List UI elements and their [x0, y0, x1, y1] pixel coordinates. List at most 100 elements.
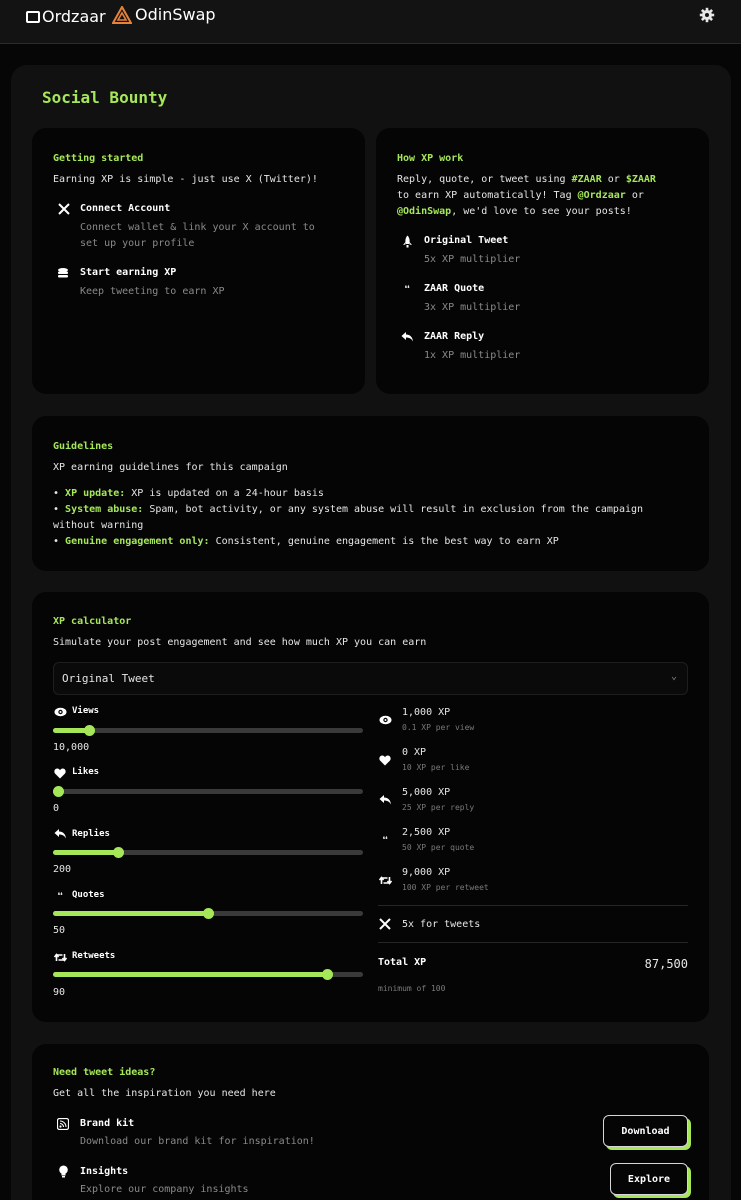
tweet-multiplier: 5x for tweets — [402, 919, 481, 930]
getting-started-title: Getting started — [53, 153, 144, 164]
guideline-item: • Genuine engagement only: Consistent, g… — [53, 536, 559, 547]
quotes-slider-value: 50 — [53, 925, 66, 936]
zaar-reply-title: ZAAR Reply — [424, 331, 485, 342]
original-tweet-desc: 5x XP multiplier — [424, 254, 521, 265]
zaar-quote-desc: 3x XP multiplier — [424, 302, 521, 313]
reply-icon — [53, 827, 67, 841]
likes-slider-track[interactable] — [52, 786, 363, 797]
likes-xp-result: 0 XP — [402, 747, 427, 758]
original-tweet-title: Original Tweet — [424, 235, 509, 246]
connect-account-title: Connect Account — [80, 203, 171, 214]
quotes-slider-fill — [53, 911, 208, 916]
how-xp-line-1: Reply, quote, or tweet using #ZAAR or $Z… — [397, 174, 656, 185]
retweets-xp-rate: 100 XP per retweet — [402, 883, 489, 892]
insights-desc: Explore our company insights — [80, 1184, 249, 1195]
how-xp-line-3: @OdinSwap, we'd love to see your posts! — [397, 206, 632, 217]
x-logo-icon — [378, 917, 392, 931]
total-xp-minimum: minimum of 100 — [378, 984, 446, 993]
guideline-item-continued: without warning — [53, 520, 144, 531]
top-bar: Ordzaar OdinSwap — [0, 0, 741, 44]
getting-started-intro: Earning XP is simple - just use X (Twitt… — [53, 174, 318, 185]
views-slider-track[interactable] — [53, 725, 363, 736]
zaar-reply-desc: 1x XP multiplier — [424, 350, 521, 361]
brand-kit-desc: Download our brand kit for inspiration! — [80, 1136, 315, 1147]
likes-slider-label: Likes — [72, 767, 100, 777]
guidelines-intro: XP earning guidelines for this campaign — [53, 462, 288, 473]
views-slider-handle[interactable] — [83, 725, 95, 736]
rocket-icon — [400, 234, 414, 248]
replies-xp-rate: 25 XP per reply — [402, 803, 475, 812]
total-divider — [378, 942, 688, 943]
likes-slider-value: 0 — [53, 803, 60, 814]
how-xp-title: How XP work — [397, 153, 464, 164]
heart-icon — [378, 753, 392, 767]
odinswap-tag-link[interactable]: @OdinSwap — [397, 206, 451, 217]
connect-account-desc-2: set up your profile — [80, 238, 195, 249]
views-xp-rate: 0.1 XP per view — [402, 723, 475, 732]
zaar-quote-title: ZAAR Quote — [424, 283, 485, 294]
how-xp-line-2: to earn XP automatically! Tag @Ordzaar o… — [397, 190, 644, 201]
results-divider — [378, 905, 688, 906]
xp-calculator-intro: Simulate your post engagement and see ho… — [53, 637, 427, 648]
quote-icon: ❝ — [381, 833, 389, 847]
download-button[interactable]: Download — [603, 1115, 688, 1147]
retweets-slider-fill — [53, 972, 328, 977]
replies-xp-result: 5,000 XP — [402, 787, 451, 798]
quote-icon: ❝ — [56, 889, 64, 903]
post-type-select[interactable]: Original Tweet ⌄ — [53, 662, 688, 695]
eye-icon — [53, 705, 67, 719]
replies-slider-label: Replies — [72, 829, 110, 839]
eye-icon — [378, 713, 392, 727]
total-xp-value: 87,500 — [644, 957, 688, 971]
xp-calculator-card — [32, 592, 709, 1022]
ordzaar-logo[interactable]: Ordzaar — [26, 7, 106, 26]
brand-kit-title: Brand kit — [80, 1118, 135, 1129]
settings-gear-icon[interactable] — [699, 7, 715, 27]
explore-button[interactable]: Explore — [610, 1163, 688, 1195]
odinswap-mark-icon — [112, 5, 132, 24]
retweets-slider-track[interactable] — [53, 969, 363, 980]
quote-icon: ❝ — [403, 282, 411, 296]
views-slider-label: Views — [72, 706, 100, 716]
odinswap-logo[interactable]: OdinSwap — [112, 5, 216, 24]
reply-icon — [378, 793, 392, 807]
ordzaar-mark-icon — [26, 10, 40, 23]
replies-slider-fill — [53, 850, 119, 855]
likes-slider-handle[interactable] — [52, 786, 64, 797]
xp-calculator-title: XP calculator — [53, 616, 132, 627]
replies-slider-value: 200 — [53, 864, 72, 875]
retweets-slider-label: Retweets — [72, 951, 116, 961]
insights-title: Insights — [80, 1166, 129, 1177]
coins-icon — [56, 266, 70, 280]
connect-account-desc: Connect wallet & link your X account to — [80, 222, 315, 233]
tweet-ideas-title: Need tweet ideas? — [53, 1067, 156, 1078]
post-type-select-value: Original Tweet — [62, 672, 155, 685]
x-logo-icon — [57, 202, 71, 216]
retweet-icon — [378, 873, 392, 887]
getting-started-card — [32, 128, 365, 394]
guideline-item: • XP update: XP is updated on a 24-hour … — [53, 488, 324, 499]
chevron-down-icon: ⌄ — [670, 671, 677, 682]
views-slider-value: 10,000 — [53, 742, 90, 753]
start-earning-title: Start earning XP — [80, 267, 177, 278]
likes-xp-rate: 10 XP per like — [402, 763, 470, 772]
quotes-slider-handle[interactable] — [203, 908, 214, 919]
retweet-icon — [53, 950, 67, 964]
retweets-xp-result: 9,000 XP — [402, 867, 451, 878]
rss-icon — [56, 1117, 70, 1131]
quotes-xp-rate: 50 XP per quote — [402, 843, 475, 852]
ordzaar-brand-text: Ordzaar — [42, 7, 106, 26]
start-earning-desc: Keep tweeting to earn XP — [80, 286, 225, 297]
ordzaar-tag-link[interactable]: @Ordzaar — [578, 190, 626, 201]
tweet-ideas-intro: Get all the inspiration you need here — [53, 1088, 276, 1099]
quotes-slider-track[interactable] — [53, 908, 363, 919]
quotes-slider-label: Quotes — [72, 890, 105, 900]
guidelines-title: Guidelines — [53, 441, 114, 452]
page-title: Social Bounty — [42, 88, 168, 107]
lightbulb-icon — [56, 1164, 70, 1178]
total-xp-label: Total XP — [378, 957, 427, 968]
replies-slider-track[interactable] — [53, 847, 363, 858]
views-xp-result: 1,000 XP — [402, 707, 451, 718]
retweets-slider-value: 90 — [53, 987, 66, 998]
guideline-item: • System abuse: Spam, bot activity, or a… — [53, 504, 644, 515]
